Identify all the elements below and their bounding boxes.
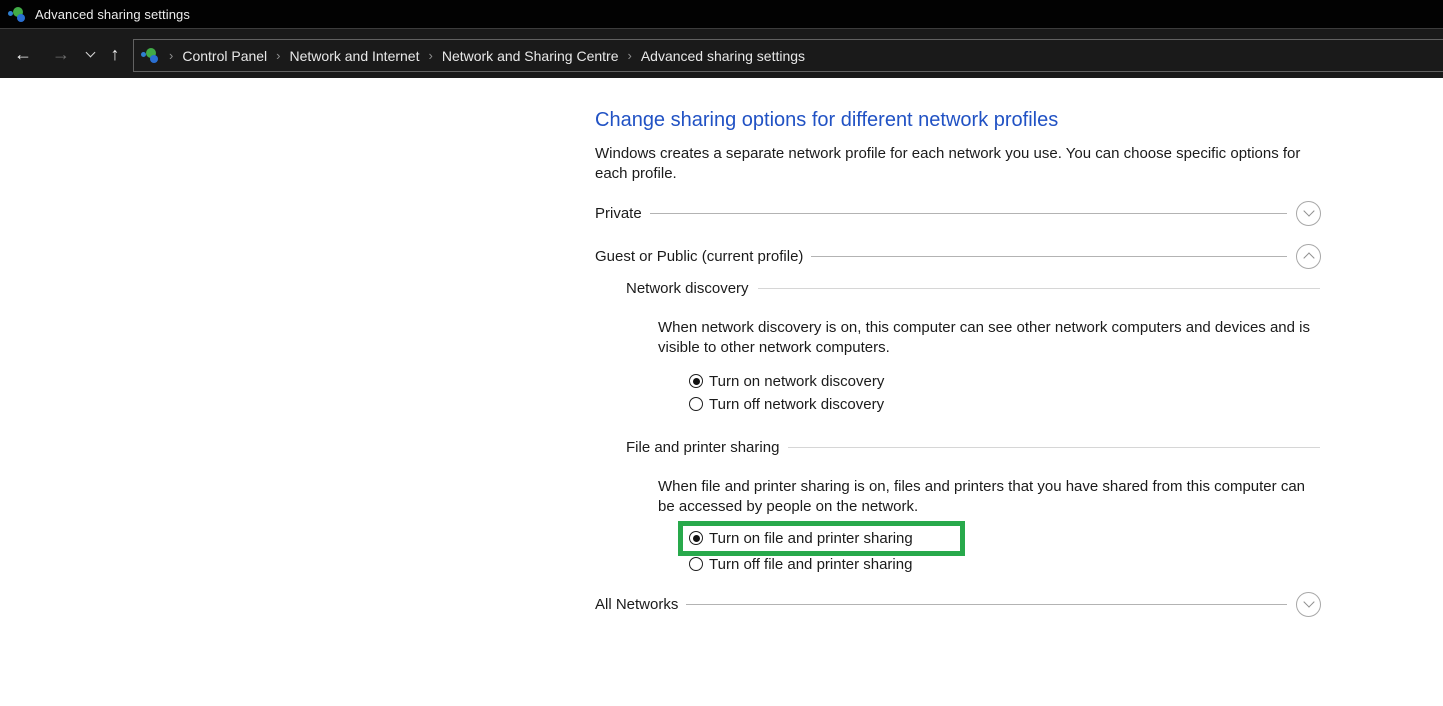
- breadcrumb-network-and-sharing-centre[interactable]: Network and Sharing Centre: [442, 48, 619, 64]
- expand-private-button[interactable]: [1296, 201, 1321, 226]
- up-arrow-icon: ↑: [111, 44, 120, 65]
- window-title: Advanced sharing settings: [35, 7, 190, 22]
- divider-line: [788, 447, 1320, 448]
- network-discovery-title: Network discovery: [626, 280, 749, 297]
- chevron-down-icon: [1303, 596, 1314, 607]
- collapse-guest-button[interactable]: [1296, 244, 1321, 269]
- divider-line: [650, 213, 1287, 214]
- section-private: Private: [595, 200, 1321, 226]
- forward-arrow-icon: →: [52, 44, 70, 65]
- page-title: Change sharing options for different net…: [595, 109, 1058, 132]
- divider-line: [758, 288, 1320, 289]
- radio-option-turn-on-file-printer-sharing[interactable]: Turn on file and printer sharing: [689, 529, 913, 547]
- breadcrumb-control-panel[interactable]: Control Panel: [182, 48, 267, 64]
- subsection-file-printer-sharing: File and printer sharing: [626, 435, 1320, 459]
- section-all-networks: All Networks: [595, 591, 1321, 617]
- back-button[interactable]: ←: [10, 29, 36, 79]
- radio-label[interactable]: Turn on network discovery: [709, 373, 884, 390]
- breadcrumb-separator-icon: ›: [419, 48, 441, 63]
- address-bar[interactable]: › Control Panel › Network and Internet ›…: [133, 39, 1443, 72]
- network-discovery-description: When network discovery is on, this compu…: [658, 318, 1313, 358]
- intro-text: Windows creates a separate network profi…: [595, 144, 1307, 184]
- advanced-sharing-settings-window: Advanced sharing settings ← → ↑ › Contro…: [0, 0, 1443, 706]
- section-guest-or-public: Guest or Public (current profile): [595, 243, 1321, 269]
- radio-option-turn-off-file-printer-sharing[interactable]: Turn off file and printer sharing: [689, 555, 912, 573]
- section-private-label: Private: [595, 205, 642, 222]
- radio-label[interactable]: Turn off network discovery: [709, 396, 884, 413]
- radio-option-turn-off-network-discovery[interactable]: Turn off network discovery: [689, 395, 884, 413]
- radio-option-turn-on-network-discovery[interactable]: Turn on network discovery: [689, 372, 884, 390]
- chevron-down-icon: [1303, 205, 1314, 216]
- main-content: Change sharing options for different net…: [0, 78, 1443, 706]
- back-arrow-icon: ←: [14, 44, 32, 65]
- radio-button-icon[interactable]: [689, 374, 703, 388]
- subsection-network-discovery: Network discovery: [626, 276, 1320, 300]
- divider-line: [686, 604, 1287, 605]
- highlight-box: Turn on file and printer sharing: [678, 521, 965, 556]
- section-guest-label: Guest or Public (current profile): [595, 248, 803, 265]
- up-button[interactable]: ↑: [103, 29, 127, 79]
- forward-button[interactable]: →: [48, 29, 74, 79]
- expand-all-networks-button[interactable]: [1296, 592, 1321, 617]
- section-all-networks-label: All Networks: [595, 596, 678, 613]
- chevron-up-icon: [1303, 252, 1314, 263]
- file-printer-sharing-description: When file and printer sharing is on, fil…: [658, 477, 1313, 517]
- breadcrumb-separator-icon: ›: [618, 48, 640, 63]
- divider-line: [811, 256, 1287, 257]
- radio-button-icon[interactable]: [689, 531, 703, 545]
- network-sharing-icon: [8, 6, 27, 23]
- recent-locations-dropdown-button[interactable]: [80, 29, 100, 79]
- radio-button-icon[interactable]: [689, 557, 703, 571]
- chevron-down-icon: [85, 47, 95, 57]
- navigation-bar: ← → ↑ › Control Panel › Network and Inte…: [0, 28, 1443, 78]
- breadcrumb-advanced-sharing-settings[interactable]: Advanced sharing settings: [641, 48, 805, 64]
- breadcrumb-separator-icon: ›: [160, 48, 182, 63]
- breadcrumb-separator-icon: ›: [267, 48, 289, 63]
- file-printer-sharing-title: File and printer sharing: [626, 439, 779, 456]
- radio-label[interactable]: Turn off file and printer sharing: [709, 556, 912, 573]
- title-bar: Advanced sharing settings: [0, 0, 1443, 28]
- radio-button-icon[interactable]: [689, 397, 703, 411]
- breadcrumb-network-and-internet[interactable]: Network and Internet: [290, 48, 420, 64]
- network-sharing-icon: [141, 47, 160, 64]
- radio-label[interactable]: Turn on file and printer sharing: [709, 530, 913, 547]
